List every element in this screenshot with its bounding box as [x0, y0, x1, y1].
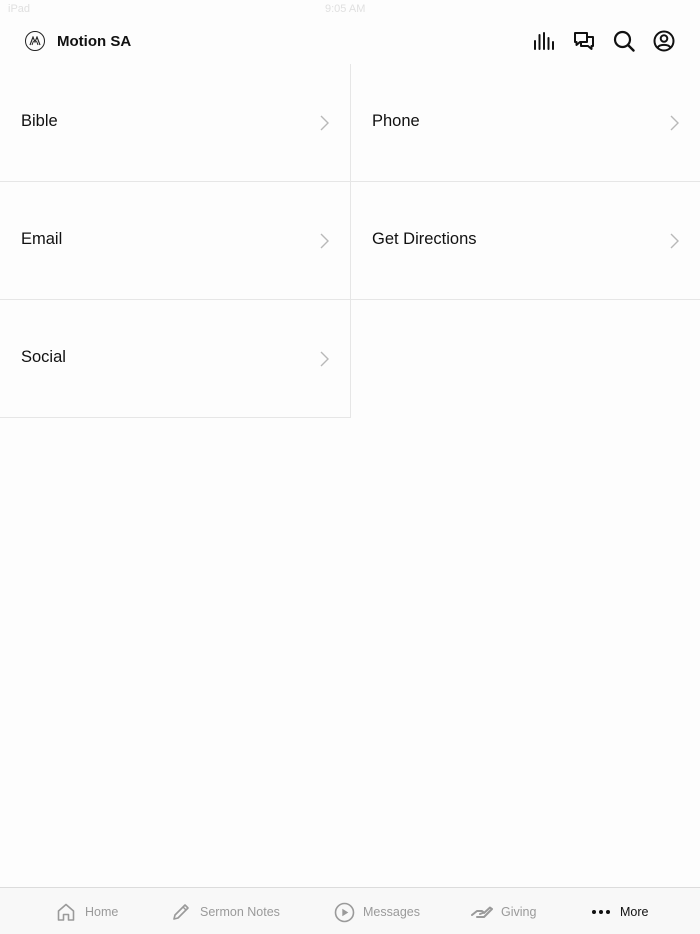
tab-home[interactable]: Home [55, 900, 118, 924]
chevron-right-icon [670, 115, 679, 131]
search-icon[interactable] [612, 29, 636, 53]
menu-item-label: Bible [21, 112, 58, 130]
app-name: Motion SA [57, 32, 132, 50]
audio-bars-icon[interactable] [532, 29, 556, 53]
header-actions [516, 30, 676, 52]
brand-logo-icon [25, 31, 45, 51]
menu-item-phone[interactable]: Phone [351, 64, 700, 182]
menu-item-label: Get Directions [372, 230, 477, 248]
pencil-icon [170, 901, 192, 923]
tab-label: Sermon Notes [200, 905, 280, 919]
menu-item-social[interactable]: Social [0, 300, 351, 418]
status-bar: iPad 9:05 AM [0, 0, 700, 20]
play-circle-icon [333, 901, 355, 923]
status-device: iPad [8, 3, 31, 15]
chevron-right-icon [670, 233, 679, 249]
tab-giving[interactable]: Giving [471, 900, 536, 924]
tab-label: More [620, 905, 649, 919]
tab-sermon-notes[interactable]: Sermon Notes [170, 900, 280, 924]
tab-label: Giving [501, 905, 537, 919]
menu-item-get-directions[interactable]: Get Directions [351, 182, 700, 300]
menu-item-label: Social [21, 348, 66, 366]
bottom-tab-bar: Home Sermon Notes Messages Giving More [0, 887, 700, 934]
tab-messages[interactable]: Messages [333, 900, 420, 924]
giving-hand-icon [471, 901, 493, 923]
more-dots-icon [590, 901, 612, 923]
chevron-right-icon [320, 115, 329, 131]
menu-item-bible[interactable]: Bible [0, 64, 351, 182]
status-time: 9:05 AM [325, 3, 366, 15]
home-icon [55, 901, 77, 923]
profile-icon[interactable] [652, 29, 676, 53]
chevron-right-icon [320, 233, 329, 249]
tab-more[interactable]: More [590, 900, 648, 924]
top-bar: Motion SA [0, 20, 700, 64]
menu-item-label: Email [21, 230, 63, 248]
tab-label: Home [85, 905, 119, 919]
chat-icon[interactable] [572, 29, 596, 53]
brand[interactable]: Motion SA [25, 30, 131, 52]
tab-label: Messages [363, 905, 420, 919]
chevron-right-icon [320, 351, 329, 367]
menu-item-email[interactable]: Email [0, 182, 351, 300]
menu-item-label: Phone [372, 112, 420, 130]
